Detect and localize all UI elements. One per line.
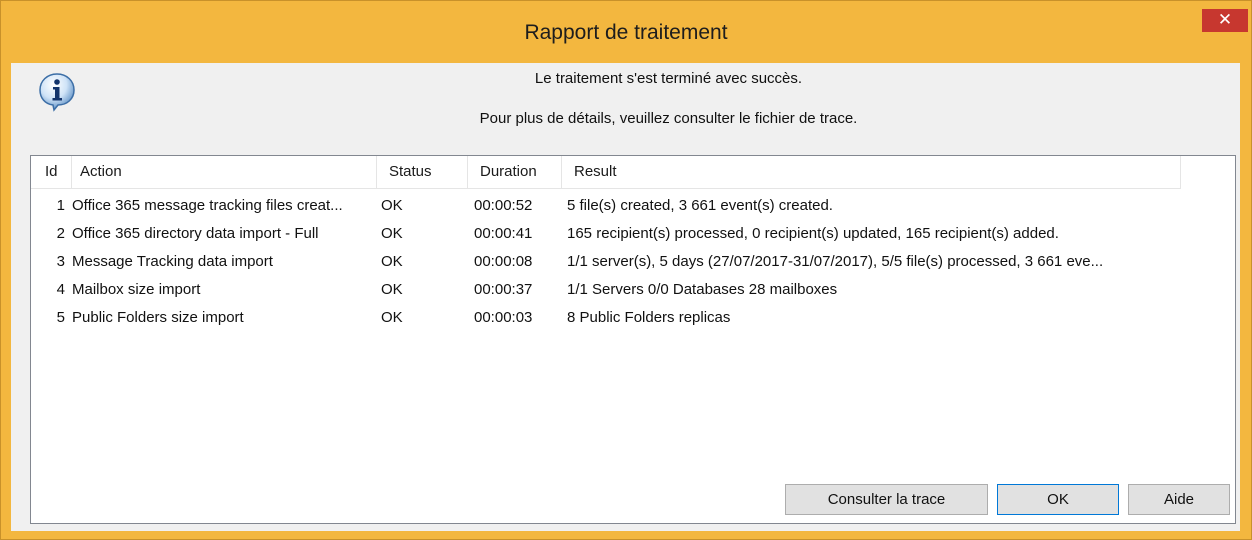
table-row[interactable]: 3 Message Tracking data import OK 00:00:… [31,248,1235,275]
row-action: Mailbox size import [72,281,201,298]
row-status: OK [381,225,403,242]
ok-button[interactable]: OK [997,484,1119,515]
table-row[interactable]: 4 Mailbox size import OK 00:00:37 1/1 Se… [31,276,1235,303]
dialog-body: Le traitement s'est terminé avec succès.… [11,63,1240,531]
row-action: Office 365 directory data import - Full [72,225,319,242]
row-id: 4 [56,281,65,298]
row-action: Message Tracking data import [72,253,273,270]
table-row[interactable]: 5 Public Folders size import OK 00:00:03… [31,304,1235,331]
success-message: Le traitement s'est terminé avec succès. [534,70,803,87]
table-row[interactable]: 1 Office 365 message tracking files crea… [31,192,1235,219]
close-icon: ✕ [1217,10,1233,29]
results-list[interactable]: Id Action Status Duration Result 1 Offic… [30,155,1236,524]
column-header-action[interactable]: Action [72,156,377,188]
row-id: 2 [56,225,65,242]
row-result: 1/1 server(s), 5 days (27/07/2017-31/07/… [567,253,1104,270]
dialog-window: Rapport de traitement ✕ Le traitement s'… [0,0,1252,540]
view-trace-button[interactable]: Consulter la trace [785,484,988,515]
row-duration: 00:00:37 [474,281,533,298]
row-duration: 00:00:41 [474,225,533,242]
row-id: 5 [56,309,65,326]
close-button[interactable]: ✕ [1202,9,1248,32]
row-action: Office 365 message tracking files creat.… [72,197,343,214]
row-id: 3 [56,253,65,270]
column-header-status[interactable]: Status [377,156,468,188]
title-bar[interactable]: Rapport de traitement ✕ [1,1,1251,63]
details-message: Pour plus de détails, veuillez consulter… [479,110,858,127]
list-header: Id Action Status Duration Result [31,156,1181,189]
row-duration: 00:00:03 [474,309,533,326]
row-result: 1/1 Servers 0/0 Databases 28 mailboxes [567,281,838,298]
row-action: Public Folders size import [72,309,244,326]
row-id: 1 [56,197,65,214]
row-result: 5 file(s) created, 3 661 event(s) create… [567,197,833,214]
column-header-id[interactable]: Id [31,156,72,188]
row-status: OK [381,281,403,298]
column-header-duration[interactable]: Duration [468,156,562,188]
column-header-result[interactable]: Result [562,156,1181,188]
dialog-title: Rapport de traitement [524,21,728,44]
row-result: 165 recipient(s) processed, 0 recipient(… [567,225,1059,242]
help-button[interactable]: Aide [1128,484,1230,515]
row-result: 8 Public Folders replicas [567,309,731,326]
row-status: OK [381,253,403,270]
info-icon [39,73,75,112]
row-duration: 00:00:08 [474,253,533,270]
table-row[interactable]: 2 Office 365 directory data import - Ful… [31,220,1235,247]
row-duration: 00:00:52 [474,197,533,214]
row-status: OK [381,309,403,326]
row-status: OK [381,197,403,214]
